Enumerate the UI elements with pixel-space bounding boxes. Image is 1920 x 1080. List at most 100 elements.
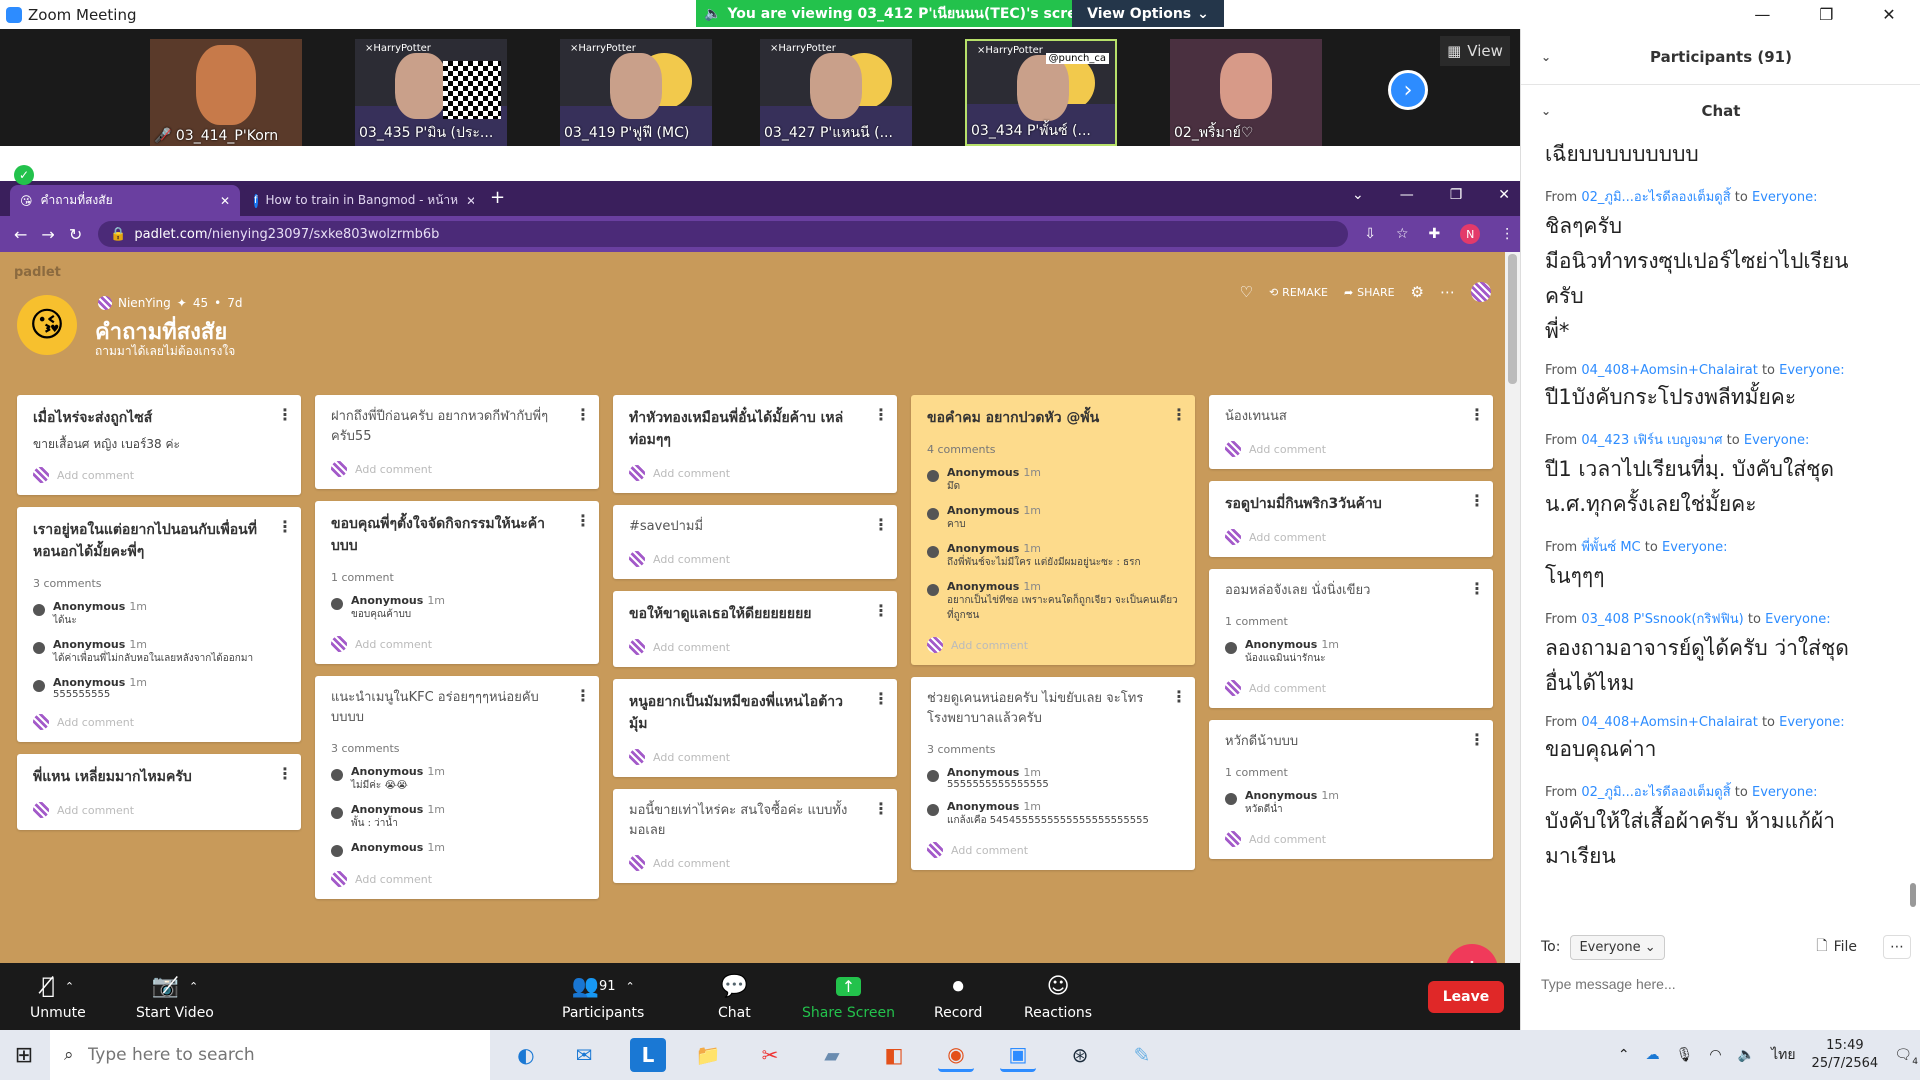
microphone-icon[interactable]: 🎙: [1676, 1047, 1694, 1063]
onedrive-icon[interactable]: ☁: [1646, 1047, 1660, 1063]
more-options-button[interactable]: ⋯: [1883, 935, 1911, 959]
close-tab-icon[interactable]: ✕: [466, 194, 474, 208]
message-sender[interactable]: 04_408+Aomsin+Chalairat: [1581, 715, 1757, 730]
add-comment-field[interactable]: Add comment: [1209, 666, 1493, 708]
record-button[interactable]: ⏺ Record: [934, 971, 982, 1022]
add-comment-field[interactable]: Add comment: [1209, 817, 1493, 859]
post-menu-icon[interactable]: ⋮: [873, 405, 889, 424]
message-sender[interactable]: 03_408 P'Ssnook(กริฟฟิน): [1581, 612, 1743, 627]
restore-icon[interactable]: ❐: [1450, 187, 1463, 203]
post-menu-icon[interactable]: ⋮: [1171, 687, 1187, 706]
forward-arrow-icon[interactable]: →: [41, 225, 54, 244]
scrollbar-thumb[interactable]: [1910, 883, 1916, 907]
start-video-button[interactable]: 📷̸ ⌃ Start Video: [136, 971, 214, 1022]
post-menu-icon[interactable]: ⋮: [575, 511, 591, 530]
minimize-icon[interactable]: —: [1754, 5, 1770, 24]
padlet-post[interactable]: ⋮ เราอยู่หอในแต่อยากไปนอนกับเพื่อนที่หอนอ…: [17, 507, 301, 742]
padlet-post[interactable]: ⋮ ทำหัวทองเหมือนพี่อั๋นได้มั้ยค้าบ เหล่ท่…: [613, 395, 897, 493]
leave-button[interactable]: Leave: [1428, 981, 1504, 1013]
post-menu-icon[interactable]: ⋮: [1469, 405, 1485, 424]
message-recipient[interactable]: Everyone:: [1752, 785, 1818, 800]
recipient-dropdown[interactable]: Everyone ⌄: [1570, 934, 1665, 960]
office-icon[interactable]: ◧: [876, 1038, 912, 1072]
add-comment-field[interactable]: Add comment: [613, 841, 897, 883]
post-menu-icon[interactable]: ⋮: [575, 686, 591, 705]
padlet-post[interactable]: ⋮ เมื่อไหร่จะส่งถูกไซส์ ขายเสื้อนศ หญิง เบ…: [17, 395, 301, 495]
minimize-icon[interactable]: —: [1400, 187, 1414, 203]
post-menu-icon[interactable]: ⋮: [873, 689, 889, 708]
message-recipient[interactable]: Everyone:: [1752, 190, 1818, 205]
post-menu-icon[interactable]: ⋮: [277, 764, 293, 783]
bookmark-star-icon[interactable]: ☆: [1396, 226, 1409, 242]
add-comment-field[interactable]: Add comment: [613, 451, 897, 493]
padlet-post[interactable]: ⋮ มอนี้ขายเท่าไหร่คะ สนใจซื้อค่ะ แบบทั้งม…: [613, 789, 897, 883]
zoom-taskbar-icon[interactable]: ▣: [1000, 1038, 1036, 1072]
padlet-post[interactable]: ⋮ แนะนำเมนูในKFC อร่อยๆๆๆหน่อยคับบบบบ 3 co…: [315, 676, 599, 899]
video-tile[interactable]: ×HarryPotter 03_427 P'แหนนี (...: [760, 39, 912, 146]
mail-icon[interactable]: ✉: [566, 1038, 602, 1072]
paint-icon[interactable]: ✎: [1124, 1038, 1160, 1072]
chat-section-header[interactable]: ⌄ Chat: [1521, 85, 1920, 137]
add-comment-field[interactable]: Add comment: [315, 622, 599, 664]
video-tile[interactable]: 🎤̸ 03_414_P'Korn: [150, 39, 302, 146]
taskbar-clock[interactable]: 15:49 25/7/2564: [1812, 1037, 1879, 1073]
padlet-post[interactable]: ⋮ หนูอยากเป็นมัมหมีของพี่แหนไอต้าวมุ้ม Add…: [613, 679, 897, 777]
add-comment-field[interactable]: Add comment: [1209, 515, 1493, 557]
back-arrow-icon[interactable]: ←: [14, 225, 27, 244]
add-comment-field[interactable]: Add comment: [315, 447, 599, 489]
chat-message-input[interactable]: [1541, 969, 1901, 999]
participants-section-header[interactable]: ⌄ Participants (91): [1521, 29, 1920, 85]
video-tile[interactable]: 02_พริ้มาย์♡: [1170, 39, 1322, 146]
padlet-post[interactable]: ⋮ ขอให้ขาดูแลเธอให้ดียยยยยยย Add comment: [613, 591, 897, 667]
language-indicator[interactable]: ไทย: [1771, 1044, 1795, 1066]
message-sender[interactable]: 04_423 เฟิร์น เบญจมาศ: [1581, 433, 1722, 448]
more-icon[interactable]: ⋯: [1440, 283, 1455, 301]
profile-avatar[interactable]: N: [1460, 224, 1481, 244]
app-icon[interactable]: ▰: [814, 1038, 850, 1072]
post-menu-icon[interactable]: ⋮: [1469, 579, 1485, 598]
add-comment-field[interactable]: Add comment: [17, 700, 301, 742]
file-explorer-icon[interactable]: 📁: [690, 1038, 726, 1072]
scrollbar-thumb[interactable]: [1508, 254, 1517, 384]
post-menu-icon[interactable]: ⋮: [1469, 730, 1485, 749]
new-tab-button[interactable]: +: [490, 187, 505, 208]
browser-tab[interactable]: f How to train in Bangmod - หน้าห ✕: [244, 185, 474, 216]
message-sender[interactable]: 04_408+Aomsin+Chalairat: [1581, 363, 1757, 378]
chat-scrollbar[interactable]: [1909, 137, 1917, 907]
post-menu-icon[interactable]: ⋮: [873, 799, 889, 818]
chat-button[interactable]: 💬 Chat: [718, 971, 751, 1022]
taskbar-search-input[interactable]: [87, 1045, 448, 1065]
view-button[interactable]: ▦ View: [1440, 36, 1510, 66]
reload-icon[interactable]: ↻: [69, 225, 82, 244]
page-scrollbar[interactable]: [1505, 252, 1520, 963]
url-field[interactable]: 🔒 padlet.com/nienying23097/sxke803wolzrm…: [98, 221, 1349, 247]
padlet-post[interactable]: ⋮ พี่แหน เหลี่ยมมากไหมครับ Add comment: [17, 754, 301, 830]
post-menu-icon[interactable]: ⋮: [1469, 491, 1485, 510]
message-recipient[interactable]: Everyone:: [1765, 612, 1831, 627]
extensions-icon[interactable]: ✚: [1429, 226, 1441, 242]
reactions-button[interactable]: ☺ Reactions: [1024, 971, 1092, 1022]
windows-start-icon[interactable]: ⊞: [0, 1030, 48, 1080]
video-tile-active-speaker[interactable]: ×HarryPotter @punch_ca 03_434 P'พั้นซ์ (…: [965, 39, 1117, 146]
taskbar-search-box[interactable]: ⌕: [50, 1030, 490, 1080]
user-avatar[interactable]: [1471, 282, 1491, 302]
edge-browser-icon[interactable]: ◐: [508, 1038, 544, 1072]
steam-icon[interactable]: ⊛: [1062, 1038, 1098, 1072]
gear-icon[interactable]: ⚙: [1411, 283, 1424, 301]
padlet-post[interactable]: ⋮ ฝากถึงพี่ปีก่อนครับ อยากหวดกีฬากับพี่ๆค…: [315, 395, 599, 489]
snipping-tool-icon[interactable]: ✂: [752, 1038, 788, 1072]
message-recipient[interactable]: Everyone:: [1662, 540, 1728, 555]
post-menu-icon[interactable]: ⋮: [873, 515, 889, 534]
video-tile[interactable]: ×HarryPotter 03_435 P'มิน (ประ...: [355, 39, 507, 146]
message-recipient[interactable]: Everyone:: [1779, 715, 1845, 730]
heart-icon[interactable]: ♡: [1240, 283, 1253, 301]
tray-expand-icon[interactable]: ⌃: [1618, 1047, 1630, 1063]
add-comment-field[interactable]: Add comment: [17, 453, 301, 495]
tab-search-icon[interactable]: ⌄: [1352, 187, 1364, 203]
add-comment-field[interactable]: Add comment: [911, 828, 1195, 870]
install-icon[interactable]: ⇩: [1364, 226, 1376, 242]
chrome-icon[interactable]: ◉: [938, 1038, 974, 1072]
padlet-post[interactable]: ⋮ #saveปามมี่ Add comment: [613, 505, 897, 579]
video-tile[interactable]: ×HarryPotter 03_419 P'ฟูฟี (MC): [560, 39, 712, 146]
padlet-post[interactable]: ⋮ ออมหล่อจังเลย นั่งนิ่งเขียว 1 comment Ano…: [1209, 569, 1493, 708]
